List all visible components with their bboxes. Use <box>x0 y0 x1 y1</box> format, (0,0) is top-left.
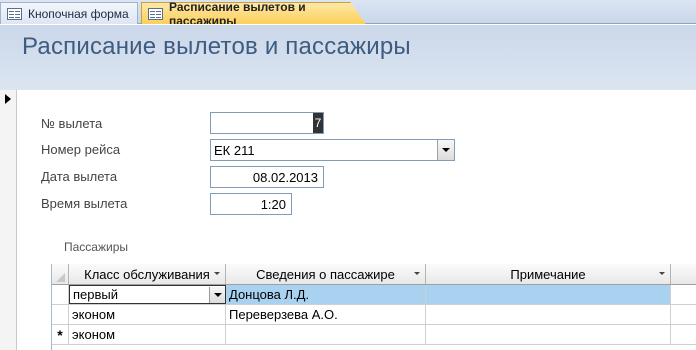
row-selector[interactable] <box>52 285 69 304</box>
passenger-cell[interactable]: Донцова Л.Д. <box>226 285 426 304</box>
form-icon <box>148 7 163 20</box>
tab-label: Кнопочная форма <box>28 6 129 21</box>
note-cell[interactable] <box>426 325 671 344</box>
note-cell[interactable] <box>426 285 671 304</box>
passenger-cell[interactable] <box>226 325 426 344</box>
flight-no-value: 7 <box>313 113 323 133</box>
new-record-marker: * <box>52 325 69 344</box>
class-cell[interactable]: эконом <box>69 325 226 344</box>
filter-arrow-icon[interactable] <box>214 272 220 275</box>
record-selector[interactable] <box>0 90 17 350</box>
time-label: Время вылета <box>41 196 128 211</box>
tab-switchboard[interactable]: Кнопочная форма <box>0 2 138 24</box>
class-dropdown-button[interactable] <box>209 287 225 303</box>
filter-arrow-icon[interactable] <box>659 272 665 275</box>
column-header-class[interactable]: Класс обслуживания <box>69 264 226 284</box>
form-title: Расписание вылетов и пассажиры <box>22 33 411 60</box>
new-record-row[interactable]: * эконом <box>52 325 696 345</box>
passengers-datasheet: Класс обслуживания Сведения о пассажире … <box>51 264 696 350</box>
class-cell[interactable]: эконом <box>69 305 226 324</box>
chevron-down-icon <box>213 293 222 297</box>
filter-arrow-icon[interactable] <box>414 272 420 275</box>
empty-cell <box>671 325 696 344</box>
subform-title: Пассажиры <box>64 240 129 254</box>
route-no-value: ЕК 211 <box>214 142 255 158</box>
route-no-combobox[interactable]: ЕК 211 <box>210 139 455 161</box>
form-header: Расписание вылетов и пассажиры <box>0 25 696 90</box>
chevron-down-icon <box>442 148 450 152</box>
select-all-corner[interactable] <box>52 264 69 284</box>
table-header-row: Класс обслуживания Сведения о пассажире … <box>52 264 696 285</box>
class-cell[interactable]: первый <box>69 285 226 304</box>
table-row[interactable]: эконом Переверзева А.О. <box>52 305 696 325</box>
route-no-dropdown-button[interactable] <box>437 140 454 160</box>
table-row[interactable]: первый Донцова Л.Д. <box>52 285 696 305</box>
flight-no-field[interactable]: 7 <box>210 112 324 134</box>
row-selector[interactable] <box>52 305 69 324</box>
empty-cell <box>671 305 696 324</box>
route-no-label: Номер рейса <box>41 142 121 157</box>
empty-cell <box>671 285 696 304</box>
time-value: 1:20 <box>260 196 286 212</box>
flight-no-label: № вылета <box>41 116 103 131</box>
time-field[interactable]: 1:20 <box>210 193 292 215</box>
current-record-arrow-icon <box>5 94 11 104</box>
date-value: 08.02.2013 <box>252 169 318 185</box>
column-header-empty <box>671 264 696 284</box>
form-icon <box>7 7 22 20</box>
tab-schedule-form[interactable]: Расписание вылетов и пассажиры <box>141 2 366 24</box>
document-tab-strip: Кнопочная форма Расписание вылетов и пас… <box>0 0 696 24</box>
column-header-passenger[interactable]: Сведения о пассажире <box>226 264 426 284</box>
passenger-cell[interactable]: Переверзева А.О. <box>226 305 426 324</box>
column-header-note[interactable]: Примечание <box>426 264 671 284</box>
tab-label: Расписание вылетов и пассажиры <box>169 0 306 28</box>
note-cell[interactable] <box>426 305 671 324</box>
date-field[interactable]: 08.02.2013 <box>210 166 324 188</box>
date-label: Дата вылета <box>41 169 118 184</box>
